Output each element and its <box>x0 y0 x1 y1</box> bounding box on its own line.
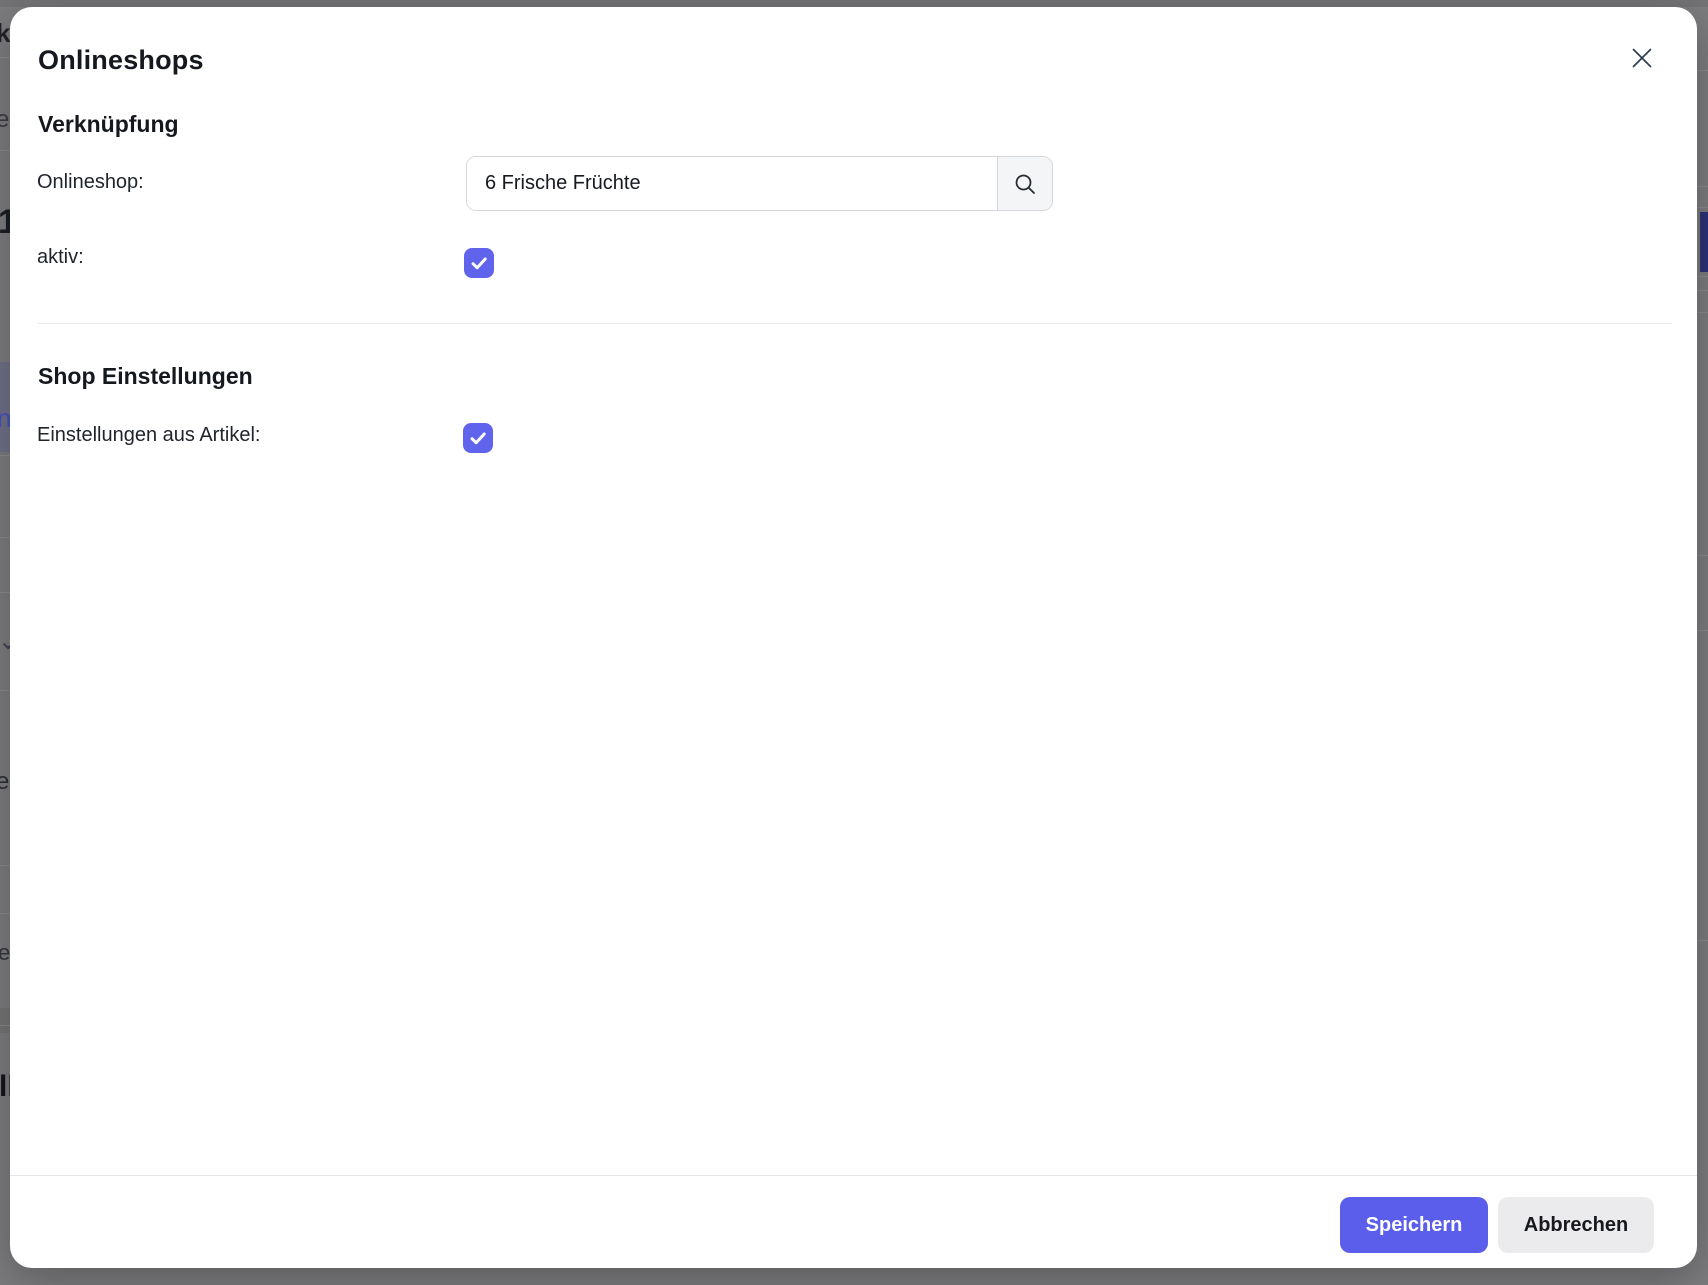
einstellungen-aus-artikel-checkbox[interactable] <box>463 423 493 453</box>
footer-divider <box>10 1175 1697 1176</box>
dialog-title: Onlineshops <box>38 45 204 76</box>
close-icon <box>1631 47 1653 69</box>
close-button[interactable] <box>1622 40 1662 76</box>
background-row-divider <box>0 1025 10 1026</box>
background-row-divider <box>1697 70 1708 71</box>
background-text-fragment: ll <box>0 1072 10 1102</box>
onlineshop-label: Onlineshop: <box>37 171 144 194</box>
background-row-divider <box>1697 555 1708 556</box>
section-divider <box>38 323 1672 324</box>
background-page-right-sliver <box>1697 0 1708 1285</box>
aktiv-label: aktiv: <box>37 246 84 269</box>
onlineshop-field-group <box>466 156 1053 211</box>
background-row-divider <box>1697 207 1708 208</box>
onlineshops-dialog: Onlineshops Verknüpfung Onlineshop: akti… <box>10 7 1697 1268</box>
background-row-divider <box>1697 290 1708 291</box>
einstellungen-aus-artikel-label: Einstellungen aus Artikel: <box>37 424 260 447</box>
background-text-fragment: n <box>0 405 10 431</box>
checkmark-icon <box>468 252 490 274</box>
background-row-divider <box>0 150 10 151</box>
background-text-fragment: k <box>0 20 10 46</box>
background-section-row <box>0 1008 10 1033</box>
onlineshop-search-button[interactable] <box>997 157 1052 210</box>
background-text-fragment: er <box>0 942 10 964</box>
background-text-fragment: 1 <box>0 205 10 239</box>
background-row-divider <box>0 913 10 914</box>
background-text-fragment: e <box>0 770 9 794</box>
background-accent-block <box>1700 212 1708 272</box>
background-text-fragment: e <box>0 108 9 132</box>
checkmark-icon <box>467 427 489 449</box>
section-heading-verknuepfung: Verknüpfung <box>38 111 179 138</box>
save-button[interactable]: Speichern <box>1340 1197 1488 1253</box>
aktiv-checkbox[interactable] <box>464 248 494 278</box>
background-page-left-sliver: k e 1 n ⌄ e er ll <box>0 0 10 1285</box>
search-icon <box>1013 172 1037 196</box>
background-row-divider <box>0 455 10 456</box>
background-row-divider <box>1697 186 1708 187</box>
background-row-divider <box>1697 940 1708 941</box>
background-row-divider <box>0 537 10 538</box>
background-row-divider <box>1697 276 1708 277</box>
cancel-button[interactable]: Abbrechen <box>1498 1197 1654 1253</box>
background-chevron-fragment: ⌄ <box>0 630 10 654</box>
section-heading-shop-einstellungen: Shop Einstellungen <box>38 363 253 390</box>
background-row-divider <box>0 865 10 866</box>
background-page-top-edge <box>0 0 1708 7</box>
background-row-divider <box>1697 312 1708 313</box>
background-row-divider <box>0 592 10 593</box>
onlineshop-input[interactable] <box>467 157 997 210</box>
background-row-divider <box>0 57 10 58</box>
background-row-divider <box>0 690 10 691</box>
background-row-divider <box>1697 630 1708 631</box>
